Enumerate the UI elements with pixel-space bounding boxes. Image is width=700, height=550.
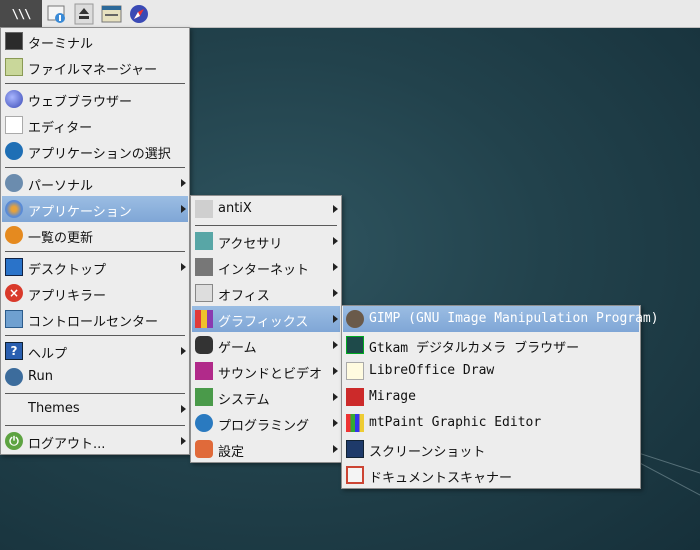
menu-item-programming[interactable]: プログラミング xyxy=(192,410,340,436)
app-killer-icon: × xyxy=(5,284,23,302)
applications-submenu: antiX アクセサリ インターネット オフィス グラフィックス ゲーム サウン… xyxy=(190,195,342,463)
app-finder-icon xyxy=(5,142,23,160)
internet-icon xyxy=(195,258,213,276)
submenu-arrow-icon xyxy=(333,289,338,297)
menu-separator xyxy=(5,167,185,168)
menu-separator xyxy=(195,225,337,226)
menu-item-games[interactable]: ゲーム xyxy=(192,332,340,358)
text-editor-icon xyxy=(5,116,23,134)
menu-separator xyxy=(5,393,185,394)
antix-icon xyxy=(195,200,213,218)
menu-separator xyxy=(5,83,185,84)
mirage-icon xyxy=(346,388,364,406)
menu-item-libreoffice-draw[interactable]: LibreOffice Draw xyxy=(343,358,639,384)
file-manager-icon xyxy=(5,58,23,76)
menu-item-system[interactable]: システム xyxy=(192,384,340,410)
menu-item-control-center[interactable]: コントロールセンター xyxy=(2,306,188,332)
submenu-arrow-icon xyxy=(181,179,186,187)
submenu-arrow-icon xyxy=(333,341,338,349)
document-scanner-icon xyxy=(346,466,364,484)
submenu-arrow-icon xyxy=(333,315,338,323)
eject-icon[interactable] xyxy=(74,3,96,25)
file-manager-icon[interactable] xyxy=(46,3,68,25)
menu-item-accessories[interactable]: アクセサリ xyxy=(192,228,340,254)
submenu-arrow-icon xyxy=(333,393,338,401)
menu-item-refresh[interactable]: 一覧の更新 xyxy=(2,222,188,248)
submenu-arrow-icon xyxy=(333,205,338,213)
window-manager-icon[interactable] xyxy=(101,3,123,25)
menu-item-screenshot[interactable]: スクリーンショット xyxy=(343,436,639,462)
settings-icon xyxy=(195,440,213,458)
web-browser-icon[interactable] xyxy=(128,3,150,25)
graphics-submenu: GIMP (GNU Image Manipulation Program) Gt… xyxy=(341,305,659,489)
submenu-arrow-icon xyxy=(181,263,186,271)
menu-item-run[interactable]: Run xyxy=(2,364,188,390)
submenu-arrow-icon xyxy=(333,237,338,245)
system-icon xyxy=(195,388,213,406)
menu-item-desktop[interactable]: デスクトップ xyxy=(2,254,188,280)
start-menu-button[interactable]: \\\ xyxy=(0,0,42,28)
web-browser-icon xyxy=(5,90,23,108)
menu-item-graphics[interactable]: グラフィックス xyxy=(192,306,340,332)
graphics-icon xyxy=(195,310,213,328)
menu-item-document-scanner[interactable]: ドキュメントスキャナー xyxy=(343,462,639,488)
office-icon xyxy=(195,284,213,302)
multimedia-icon xyxy=(195,362,213,380)
terminal-icon xyxy=(5,32,23,50)
menu-item-mirage[interactable]: Mirage xyxy=(343,384,639,410)
libreoffice-draw-icon xyxy=(346,362,364,380)
menu-item-applications[interactable]: アプリケーション xyxy=(2,196,188,222)
main-menu: ターミナル ファイルマネージャー ウェブブラウザー エディター アプリケーション… xyxy=(0,27,190,455)
submenu-arrow-icon xyxy=(181,405,186,413)
accessories-icon xyxy=(195,232,213,250)
personal-icon xyxy=(5,174,23,192)
menu-item-web-browser[interactable]: ウェブブラウザー xyxy=(2,86,188,112)
submenu-arrow-icon xyxy=(181,347,186,355)
submenu-arrow-icon xyxy=(333,419,338,427)
applications-icon xyxy=(5,200,23,218)
menu-item-antix[interactable]: antiX xyxy=(192,196,340,222)
run-gear-icon xyxy=(5,368,23,386)
taskbar: \\\ xyxy=(0,0,700,28)
gtkam-icon xyxy=(346,336,364,354)
menu-item-app-finder[interactable]: アプリケーションの選択 xyxy=(2,138,188,164)
menu-item-multimedia[interactable]: サウンドとビデオ xyxy=(192,358,340,384)
menu-item-office[interactable]: オフィス xyxy=(192,280,340,306)
submenu-arrow-icon xyxy=(333,367,338,375)
menu-item-personal[interactable]: パーソナル xyxy=(2,170,188,196)
desktop-icon xyxy=(5,258,23,276)
refresh-icon xyxy=(5,226,23,244)
menu-item-logout[interactable]: ⏻ ログアウト... xyxy=(2,428,188,454)
menu-separator xyxy=(5,425,185,426)
menu-item-app-killer[interactable]: × アプリキラー xyxy=(2,280,188,306)
menu-item-mtpaint[interactable]: mtPaint Graphic Editor xyxy=(343,410,639,436)
control-center-icon xyxy=(5,310,23,328)
submenu-arrow-icon xyxy=(333,263,338,271)
programming-icon xyxy=(195,414,213,432)
menu-item-editor[interactable]: エディター xyxy=(2,112,188,138)
menu-item-internet[interactable]: インターネット xyxy=(192,254,340,280)
menu-item-gimp[interactable]: GIMP (GNU Image Manipulation Program) xyxy=(343,306,659,332)
submenu-arrow-icon xyxy=(181,437,186,445)
submenu-arrow-icon xyxy=(333,445,338,453)
menu-item-gtkam[interactable]: Gtkam デジタルカメラ ブラウザー xyxy=(343,332,639,358)
menu-item-file-manager[interactable]: ファイルマネージャー xyxy=(2,54,188,80)
menu-item-terminal[interactable]: ターミナル xyxy=(2,28,188,54)
logout-icon: ⏻ xyxy=(5,432,23,450)
menu-item-themes[interactable]: Themes xyxy=(2,396,188,422)
submenu-arrow-icon xyxy=(181,205,186,213)
menu-item-help[interactable]: ? ヘルプ xyxy=(2,338,188,364)
menu-separator xyxy=(5,251,185,252)
screenshot-icon xyxy=(346,440,364,458)
gimp-icon xyxy=(346,310,364,328)
games-icon xyxy=(195,336,213,354)
menu-item-settings[interactable]: 設定 xyxy=(192,436,340,462)
mtpaint-icon xyxy=(346,414,364,432)
menu-separator xyxy=(5,335,185,336)
help-icon: ? xyxy=(5,342,23,360)
